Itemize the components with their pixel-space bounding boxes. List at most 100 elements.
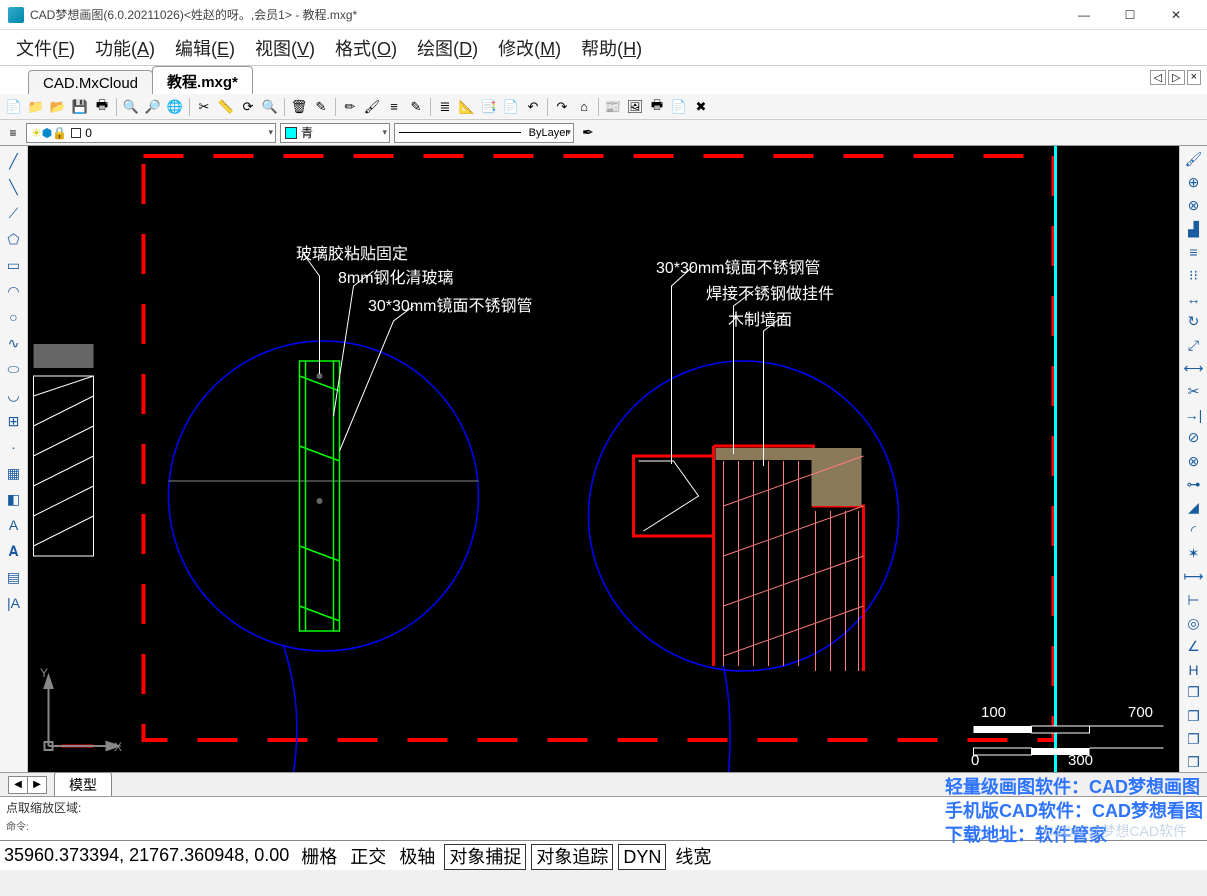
- draw-mtext-icon[interactable]: |A: [3, 592, 25, 614]
- modify-dim3-icon[interactable]: ◎: [1183, 614, 1205, 633]
- toolbar-btn-9[interactable]: 📏: [216, 97, 236, 117]
- toolbar-btn-27[interactable]: 🖶: [647, 97, 667, 117]
- modify-dim2-icon[interactable]: ⊢: [1183, 591, 1205, 610]
- minimize-button[interactable]: —: [1061, 0, 1107, 30]
- toolbar-btn-26[interactable]: 🖼: [625, 97, 645, 117]
- modify-copy1-icon[interactable]: ❐: [1183, 683, 1205, 702]
- draw-region-icon[interactable]: ◧: [3, 488, 25, 510]
- status-toggle-正交[interactable]: 正交: [346, 845, 390, 869]
- menu-m[interactable]: 修改(M): [488, 31, 571, 65]
- menu-o[interactable]: 格式(O): [325, 31, 407, 65]
- menu-f[interactable]: 文件(F): [6, 31, 85, 65]
- tab-next-button[interactable]: ▷: [1168, 70, 1184, 85]
- toolbar-btn-28[interactable]: 📄: [669, 97, 689, 117]
- draw-xline-icon[interactable]: ╲: [3, 176, 25, 198]
- command-area[interactable]: 点取缩放区域: 命令: 轻量级画图软件：CAD梦想画图 手机版CAD软件：CAD…: [0, 796, 1207, 840]
- tab-close-button[interactable]: ×: [1187, 70, 1201, 85]
- modify-t1-icon[interactable]: ⊕: [1183, 173, 1205, 192]
- modify-rotate-icon[interactable]: ↻: [1183, 312, 1205, 331]
- toolbar-btn-3[interactable]: 💾: [70, 97, 90, 117]
- draw-A-icon[interactable]: 𝐀: [3, 540, 25, 562]
- color-combo[interactable]: 青 ▾: [280, 123, 390, 143]
- toolbar-btn-16[interactable]: ≡: [384, 97, 404, 117]
- draw-rect-icon[interactable]: ▭: [3, 254, 25, 276]
- modify-dimH-icon[interactable]: H: [1183, 660, 1205, 679]
- toolbar-btn-23[interactable]: ↷: [552, 97, 572, 117]
- menu-v[interactable]: 视图(V): [245, 31, 325, 65]
- close-button[interactable]: ✕: [1153, 0, 1199, 30]
- draw-text-icon[interactable]: A: [3, 514, 25, 536]
- drawing-canvas[interactable]: 玻璃胶粘贴固定 8mm钢化清玻璃 30*30mm镜面不锈钢管 30*30mm镜面…: [28, 146, 1179, 772]
- modify-join-icon[interactable]: ⊶: [1183, 475, 1205, 494]
- toolbar-btn-8[interactable]: ✂: [194, 97, 214, 117]
- modify-dim-icon[interactable]: ⟼: [1183, 567, 1205, 586]
- modify-fillet-icon[interactable]: ◜: [1183, 521, 1205, 540]
- toolbar-btn-22[interactable]: ↶: [523, 97, 543, 117]
- draw-earc-icon[interactable]: ◡: [3, 384, 25, 406]
- toolbar-btn-0[interactable]: 📄: [4, 97, 24, 117]
- toolbar-btn-18[interactable]: ≣: [435, 97, 455, 117]
- status-toggle-极轴[interactable]: 极轴: [395, 845, 439, 869]
- menu-d[interactable]: 绘图(D): [407, 31, 488, 65]
- document-tab-1[interactable]: 教程.mxg*: [152, 66, 253, 94]
- modify-copy3-icon[interactable]: ❐: [1183, 730, 1205, 749]
- toolbar-btn-17[interactable]: ✎: [406, 97, 426, 117]
- toolbar-btn-5[interactable]: 🔍: [121, 97, 141, 117]
- modify-array-icon[interactable]: ⁝⁝: [1183, 266, 1205, 285]
- modify-break-icon[interactable]: ⊘: [1183, 428, 1205, 447]
- status-toggle-DYN[interactable]: DYN: [618, 844, 666, 870]
- status-toggle-线宽[interactable]: 线宽: [671, 845, 715, 869]
- layer-combo[interactable]: ☀⬢🔒 0 ▾: [26, 123, 276, 143]
- modify-mirror-icon[interactable]: ▟: [1183, 220, 1205, 239]
- draw-table-icon[interactable]: ▤: [3, 566, 25, 588]
- toolbar-btn-13[interactable]: ✎: [311, 97, 331, 117]
- draw-point-icon[interactable]: ·: [3, 436, 25, 458]
- draw-polygon-icon[interactable]: ⬠: [3, 228, 25, 250]
- modify-stretch-icon[interactable]: ⟷: [1183, 359, 1205, 378]
- modify-brk2-icon[interactable]: ⊗: [1183, 451, 1205, 470]
- modify-copy4-icon[interactable]: ❐: [1183, 753, 1205, 772]
- draw-circle-icon[interactable]: ○: [3, 306, 25, 328]
- toolbar-btn-6[interactable]: 🔎: [143, 97, 163, 117]
- toolbar-btn-21[interactable]: 📄: [501, 97, 521, 117]
- status-toggle-栅格[interactable]: 栅格: [297, 845, 341, 869]
- toolbar-btn-12[interactable]: 🗑: [289, 97, 309, 117]
- tab-prev-button[interactable]: ◁: [1150, 70, 1166, 85]
- draw-pline-icon[interactable]: ⟋: [3, 202, 25, 224]
- modify-brush-icon[interactable]: 🖌: [1183, 150, 1205, 169]
- toolbar-btn-7[interactable]: 🌐: [165, 97, 185, 117]
- toolbar-btn-20[interactable]: 📑: [479, 97, 499, 117]
- brush-icon[interactable]: ✒: [582, 124, 594, 141]
- toolbar-btn-11[interactable]: 🔍: [260, 97, 280, 117]
- model-tab[interactable]: 模型: [54, 772, 112, 798]
- draw-arc-icon[interactable]: ◠: [3, 280, 25, 302]
- toolbar-btn-4[interactable]: 🖶: [92, 97, 112, 117]
- toolbar-btn-2[interactable]: 📂: [48, 97, 68, 117]
- toolbar-btn-25[interactable]: 📰: [603, 97, 623, 117]
- draw-line-icon[interactable]: ╱: [3, 150, 25, 172]
- status-toggle-对象追踪[interactable]: 对象追踪: [531, 844, 613, 870]
- modify-scale-icon[interactable]: ⤢: [1183, 336, 1205, 355]
- menu-e[interactable]: 编辑(E): [165, 31, 245, 65]
- toolbar-btn-29[interactable]: ✖: [691, 97, 711, 117]
- draw-spline-icon[interactable]: ∿: [3, 332, 25, 354]
- modify-copy2-icon[interactable]: ❐: [1183, 707, 1205, 726]
- modify-explode-icon[interactable]: ✶: [1183, 544, 1205, 563]
- modify-offset-icon[interactable]: ≡: [1183, 243, 1205, 262]
- menu-h[interactable]: 帮助(H): [571, 31, 652, 65]
- modify-ang-icon[interactable]: ∠: [1183, 637, 1205, 656]
- modify-chamfer-icon[interactable]: ◢: [1183, 498, 1205, 517]
- modify-trim-icon[interactable]: ✂: [1183, 382, 1205, 401]
- maximize-button[interactable]: ☐: [1107, 0, 1153, 30]
- layout-next-button[interactable]: ▶: [27, 776, 47, 794]
- toolbar-btn-15[interactable]: 🖌: [362, 97, 382, 117]
- toolbar-btn-1[interactable]: 📁: [26, 97, 46, 117]
- draw-hatch-icon[interactable]: ▦: [3, 462, 25, 484]
- layer-manager-icon[interactable]: ≡: [4, 124, 22, 142]
- document-tab-0[interactable]: CAD.MxCloud: [28, 70, 153, 94]
- modify-t2-icon[interactable]: ⊗: [1183, 196, 1205, 215]
- draw-ellipse-icon[interactable]: ⬭: [3, 358, 25, 380]
- modify-extend-icon[interactable]: →|: [1183, 405, 1205, 424]
- toolbar-btn-19[interactable]: 📐: [457, 97, 477, 117]
- layout-prev-button[interactable]: ◀: [8, 776, 28, 794]
